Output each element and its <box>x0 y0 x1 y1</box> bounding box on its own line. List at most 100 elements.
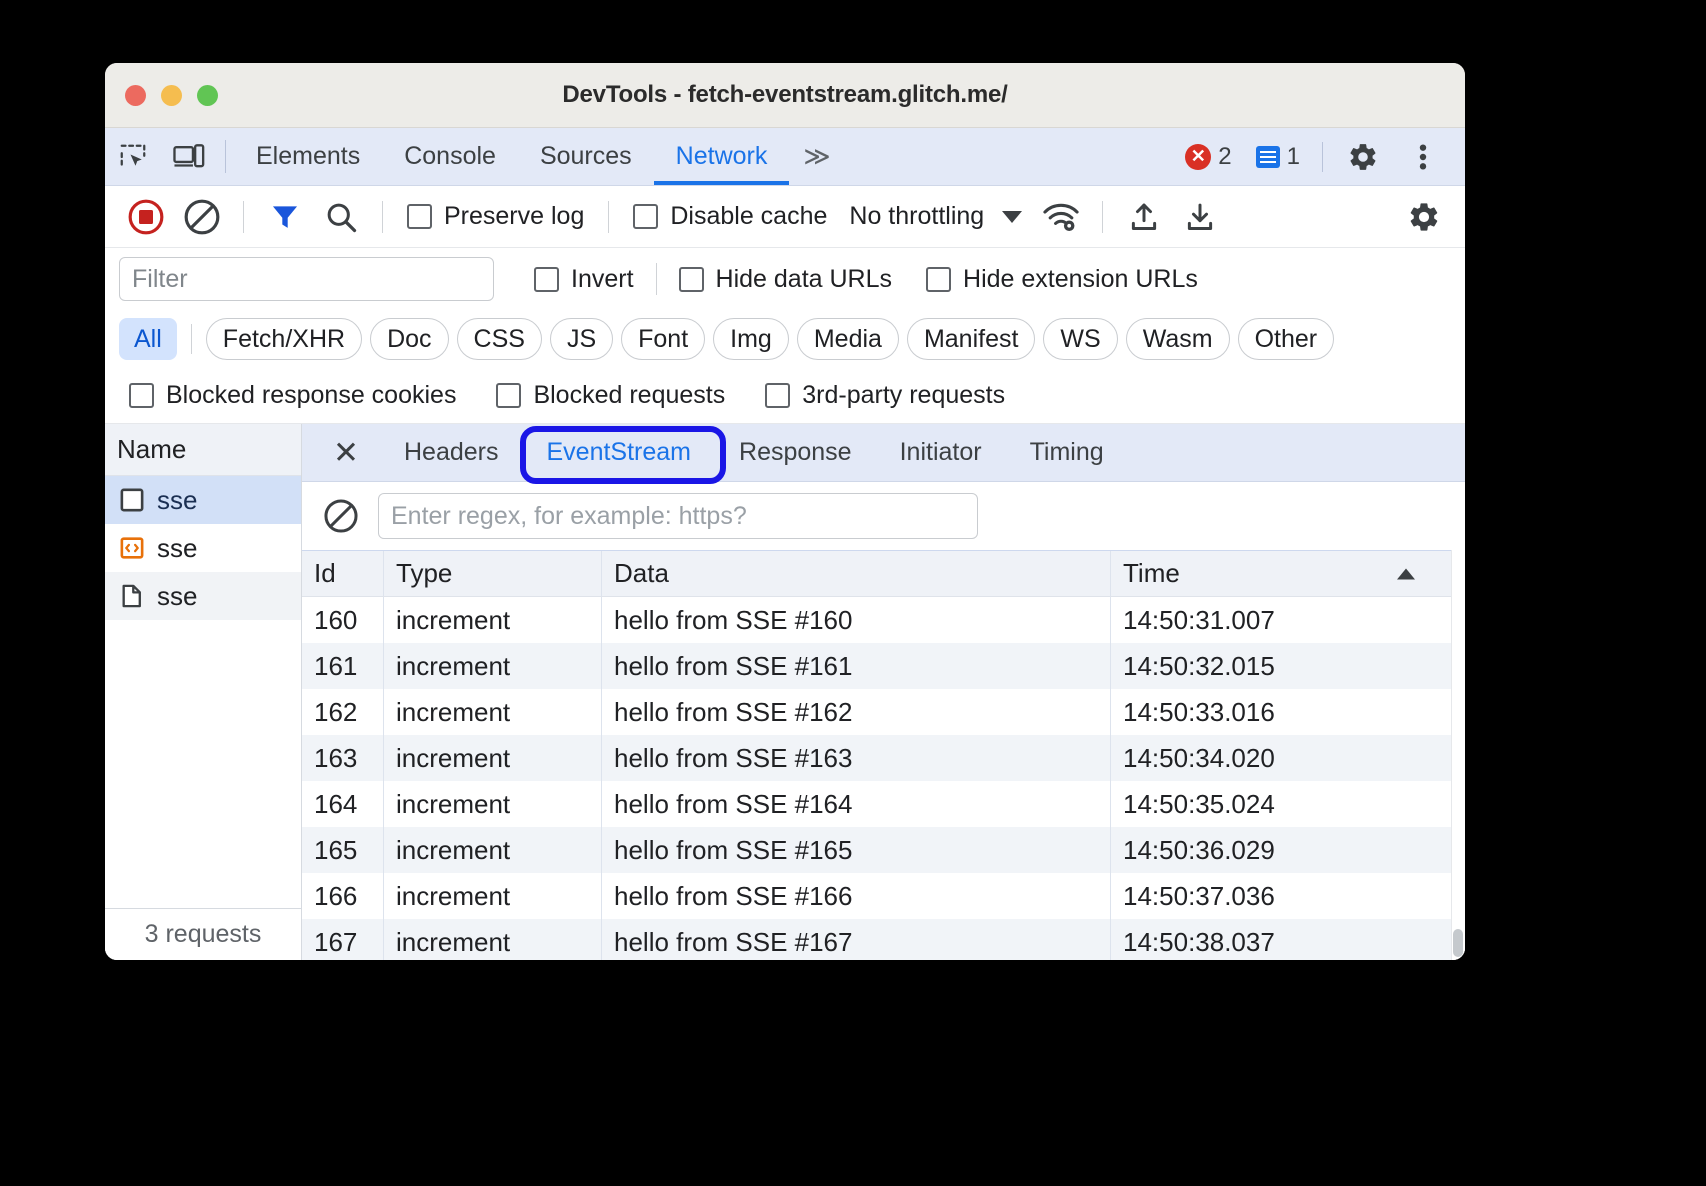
request-row-1[interactable]: sse <box>105 476 301 524</box>
requests-status-bar: 3 requests <box>105 908 301 960</box>
network-body: Name sse <box>105 424 1465 960</box>
cell-type: increment <box>384 827 602 873</box>
type-filter-doc[interactable]: Doc <box>370 318 448 360</box>
type-filter-wasm[interactable]: Wasm <box>1126 318 1230 360</box>
type-filter-js[interactable]: JS <box>550 318 613 360</box>
request-name: sse <box>157 581 197 612</box>
scrollbar-thumb[interactable] <box>1453 929 1463 957</box>
throttling-value: No throttling <box>849 202 984 231</box>
tab-network[interactable]: Network <box>654 128 790 185</box>
request-row-3[interactable]: sse <box>105 572 301 620</box>
wifi-settings-icon[interactable] <box>1036 192 1086 242</box>
cell-type: increment <box>384 873 602 919</box>
tab-strip-right: ✕ 2 1 <box>1175 128 1465 185</box>
checkbox-box <box>496 383 521 408</box>
gear-icon[interactable] <box>1335 141 1391 173</box>
tab-sources[interactable]: Sources <box>518 128 654 185</box>
table-row[interactable]: 166 increment hello from SSE #166 14:50:… <box>302 873 1451 919</box>
type-filter-manifest[interactable]: Manifest <box>907 318 1035 360</box>
third-party-requests-label: 3rd-party requests <box>802 381 1005 410</box>
column-header-time-label: Time <box>1123 558 1180 589</box>
cell-data: hello from SSE #163 <box>602 735 1111 781</box>
cell-type: increment <box>384 597 602 643</box>
type-filter-other[interactable]: Other <box>1238 318 1335 360</box>
eventstream-header-row: Id Type Data Time <box>302 551 1451 597</box>
tab-initiator[interactable]: Initiator <box>878 424 1004 482</box>
toolbar-divider <box>656 263 657 295</box>
table-row[interactable]: 162 increment hello from SSE #162 14:50:… <box>302 689 1451 735</box>
network-toolbar: Preserve log Disable cache No throttling <box>105 186 1465 248</box>
tab-response[interactable]: Response <box>717 424 874 482</box>
cell-id: 165 <box>302 827 384 873</box>
record-stop-icon[interactable] <box>121 192 171 242</box>
throttling-dropdown[interactable]: No throttling <box>841 202 1030 231</box>
cell-type: increment <box>384 735 602 781</box>
device-toolbar-icon[interactable] <box>161 128 217 185</box>
requests-list: sse sse <box>105 476 301 908</box>
funnel-icon[interactable] <box>260 192 310 242</box>
eventstream-regex-input[interactable] <box>378 493 978 539</box>
type-filter-img[interactable]: Img <box>713 318 789 360</box>
column-header-type[interactable]: Type <box>384 551 602 596</box>
request-name: sse <box>157 485 197 516</box>
column-header-id[interactable]: Id <box>302 551 384 596</box>
tab-timing[interactable]: Timing <box>1008 424 1126 482</box>
error-count-badge[interactable]: ✕ 2 <box>1175 143 1241 171</box>
message-count-badge[interactable]: 1 <box>1246 143 1310 171</box>
cell-id: 162 <box>302 689 384 735</box>
invert-checkbox[interactable]: Invert <box>526 265 642 294</box>
blocked-requests-checkbox[interactable]: Blocked requests <box>488 381 733 410</box>
checkbox-box <box>407 204 432 229</box>
type-filter-fetch-xhr[interactable]: Fetch/XHR <box>206 318 362 360</box>
cell-type: increment <box>384 919 602 960</box>
tab-console[interactable]: Console <box>382 128 518 185</box>
clear-icon[interactable] <box>322 497 360 535</box>
tab-eventstream[interactable]: EventStream <box>525 424 714 482</box>
hide-extension-urls-checkbox[interactable]: Hide extension URLs <box>918 265 1206 294</box>
search-icon[interactable] <box>316 192 366 242</box>
badge-divider <box>1322 142 1323 172</box>
hide-data-urls-checkbox[interactable]: Hide data URLs <box>671 265 900 294</box>
type-filter-font[interactable]: Font <box>621 318 705 360</box>
blocked-response-cookies-checkbox[interactable]: Blocked response cookies <box>121 381 464 410</box>
clear-icon[interactable] <box>177 192 227 242</box>
preserve-log-checkbox[interactable]: Preserve log <box>399 202 592 231</box>
column-header-time[interactable]: Time <box>1111 551 1451 596</box>
toolbar-divider <box>225 140 226 173</box>
type-filter-css[interactable]: CSS <box>457 318 542 360</box>
requests-column-header-name[interactable]: Name <box>105 424 301 476</box>
disable-cache-checkbox[interactable]: Disable cache <box>625 202 835 231</box>
cell-id: 167 <box>302 919 384 960</box>
eventstream-filter-bar <box>302 482 1465 550</box>
type-filter-all[interactable]: All <box>119 318 177 360</box>
type-filter-ws[interactable]: WS <box>1043 318 1117 360</box>
table-row[interactable]: 160 increment hello from SSE #160 14:50:… <box>302 597 1451 643</box>
kebab-menu-icon[interactable] <box>1395 141 1451 173</box>
preserve-log-label: Preserve log <box>444 202 584 231</box>
table-row[interactable]: 163 increment hello from SSE #163 14:50:… <box>302 735 1451 781</box>
table-row[interactable]: 165 increment hello from SSE #165 14:50:… <box>302 827 1451 873</box>
third-party-requests-checkbox[interactable]: 3rd-party requests <box>757 381 1013 410</box>
filter-input[interactable] <box>119 257 494 301</box>
window-titlebar: DevTools - fetch-eventstream.glitch.me/ <box>105 63 1465 128</box>
cell-type: increment <box>384 781 602 827</box>
tab-headers[interactable]: Headers <box>382 424 521 482</box>
inspect-element-icon[interactable] <box>105 128 161 185</box>
type-filter-chips: All Fetch/XHR Doc CSS JS Font Img Media … <box>105 310 1465 368</box>
request-row-2[interactable]: sse <box>105 524 301 572</box>
more-tabs-icon[interactable]: ≫ <box>789 128 844 185</box>
eventstream-scrollbar[interactable] <box>1451 550 1465 960</box>
tab-elements[interactable]: Elements <box>234 128 382 185</box>
cell-time: 14:50:35.024 <box>1111 781 1451 827</box>
close-icon[interactable]: ✕ <box>324 431 368 475</box>
table-row[interactable]: 161 increment hello from SSE #161 14:50:… <box>302 643 1451 689</box>
table-row[interactable]: 167 increment hello from SSE #167 14:50:… <box>302 919 1451 960</box>
tab-sources-label: Sources <box>540 142 632 171</box>
table-row[interactable]: 164 increment hello from SSE #164 14:50:… <box>302 781 1451 827</box>
eventstream-grid-wrap: Id Type Data Time 160 increment hello fr… <box>302 550 1465 960</box>
download-har-icon[interactable] <box>1175 192 1225 242</box>
upload-har-icon[interactable] <box>1119 192 1169 242</box>
network-settings-gear-icon[interactable] <box>1399 192 1449 242</box>
column-header-data[interactable]: Data <box>602 551 1111 596</box>
type-filter-media[interactable]: Media <box>797 318 899 360</box>
